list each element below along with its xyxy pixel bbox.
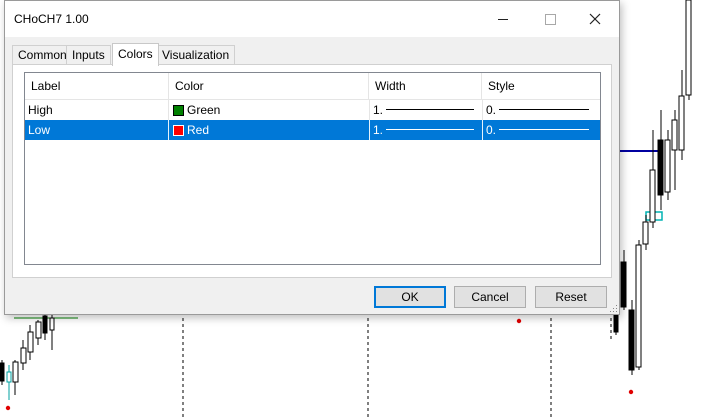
title-bar[interactable]: CHoCH7 1.00 bbox=[5, 1, 619, 37]
minimize-button[interactable] bbox=[481, 5, 525, 33]
row-color-name: Red bbox=[187, 123, 210, 137]
minimize-icon bbox=[498, 18, 508, 20]
window-title: CHoCH7 1.00 bbox=[14, 12, 89, 26]
tab-common[interactable]: Common bbox=[12, 45, 73, 65]
candles-left bbox=[0, 314, 55, 400]
line-width-sample bbox=[386, 129, 474, 130]
column-header-style[interactable]: Style bbox=[482, 73, 600, 99]
row-width-value: 1. bbox=[373, 123, 384, 137]
row-width[interactable]: 1. bbox=[370, 120, 482, 140]
row-color-name: Green bbox=[187, 103, 221, 117]
row-style[interactable]: 0. bbox=[483, 100, 600, 120]
list-header: Label Color Width Style bbox=[25, 73, 600, 100]
row-color[interactable]: Red bbox=[170, 120, 369, 140]
row-style-value: 0. bbox=[486, 103, 497, 117]
row-color[interactable]: Green bbox=[170, 100, 369, 120]
maximize-button[interactable] bbox=[528, 5, 572, 33]
maximize-icon bbox=[544, 13, 556, 25]
ok-button[interactable]: OK bbox=[374, 286, 446, 308]
column-header-label[interactable]: Label bbox=[25, 73, 169, 99]
table-row[interactable]: Low Red 1. 0. bbox=[25, 120, 600, 140]
line-style-sample bbox=[499, 109, 589, 110]
color-swatch-icon bbox=[173, 105, 184, 116]
row-label: Low bbox=[28, 123, 51, 137]
row-style[interactable]: 0. bbox=[483, 120, 600, 140]
candles-right bbox=[613, 0, 692, 375]
tab-colors[interactable]: Colors bbox=[112, 43, 159, 66]
plot-styles-list[interactable]: Label Color Width Style High Green 1. 0.… bbox=[24, 72, 601, 265]
row-width[interactable]: 1. bbox=[370, 100, 482, 120]
row-label: High bbox=[28, 103, 53, 117]
close-button[interactable] bbox=[573, 5, 617, 33]
colors-panel: Label Color Width Style High Green 1. 0.… bbox=[12, 64, 612, 278]
table-row[interactable]: High Green 1. 0. bbox=[25, 100, 600, 120]
cancel-button[interactable]: Cancel bbox=[454, 286, 526, 308]
tab-inputs[interactable]: Inputs bbox=[66, 45, 111, 65]
indicator-properties-dialog: CHoCH7 1.00 Common Inputs Colors Visuali… bbox=[4, 0, 620, 315]
line-width-sample bbox=[386, 109, 474, 110]
signal-dot bbox=[516, 318, 522, 324]
close-icon bbox=[589, 13, 601, 25]
row-width-value: 1. bbox=[373, 103, 384, 117]
color-swatch-icon bbox=[173, 125, 184, 136]
line-style-sample bbox=[499, 129, 589, 130]
column-header-color[interactable]: Color bbox=[169, 73, 369, 99]
column-header-width[interactable]: Width bbox=[369, 73, 482, 99]
resize-grip-icon[interactable] bbox=[610, 305, 618, 313]
row-style-value: 0. bbox=[486, 123, 497, 137]
reset-button[interactable]: Reset bbox=[535, 286, 607, 308]
signal-dot bbox=[5, 405, 11, 411]
signal-dot bbox=[628, 389, 634, 395]
tab-visualization[interactable]: Visualization bbox=[156, 45, 236, 65]
